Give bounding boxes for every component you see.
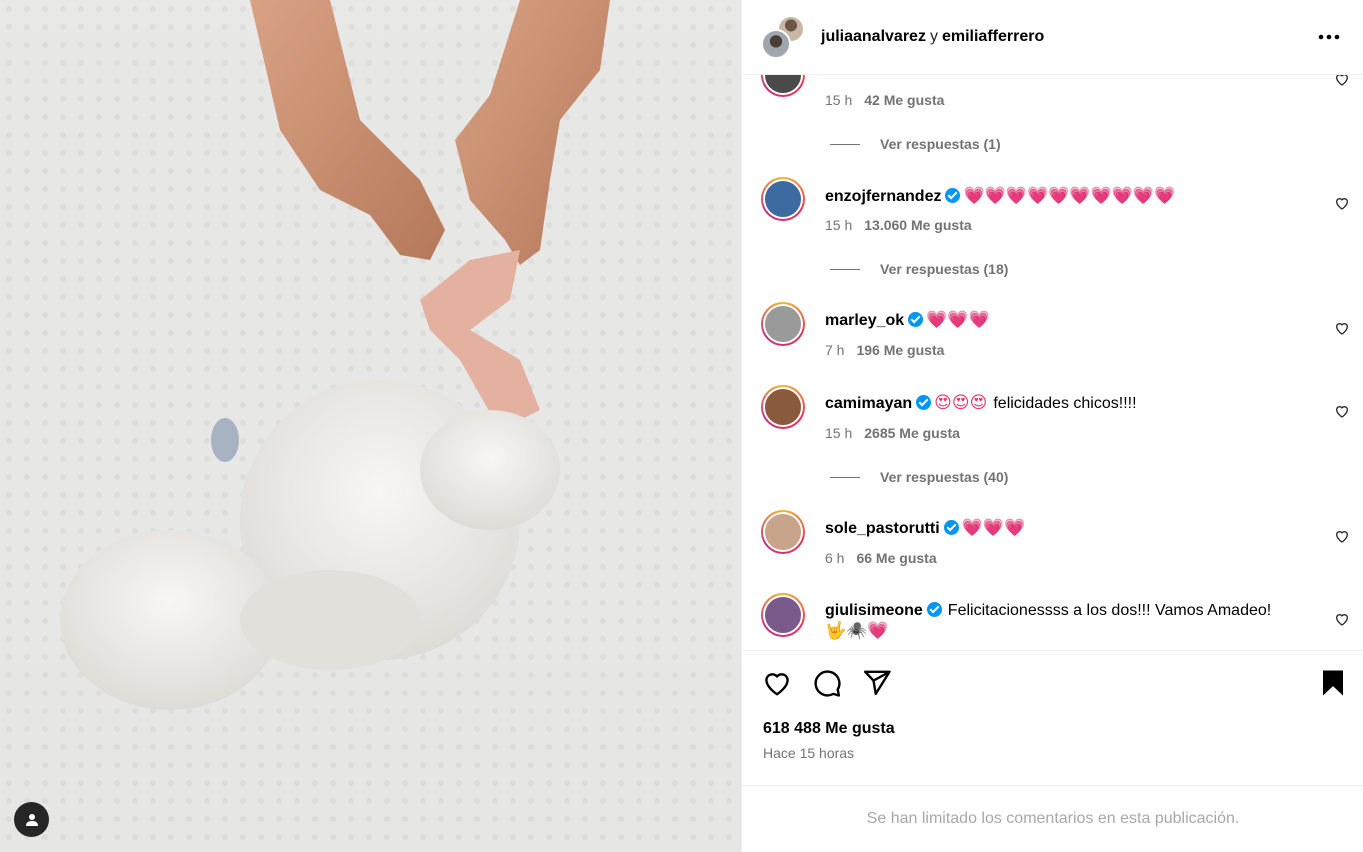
comment-time[interactable]: 7 h <box>825 342 844 358</box>
verified-badge-icon <box>943 520 959 535</box>
verified-badge-icon <box>926 602 942 617</box>
more-options-button[interactable] <box>1316 24 1342 50</box>
comment-meta: 6 h 66 Me gusta <box>825 550 937 566</box>
comment-bubble-icon[interactable] <box>812 668 842 698</box>
user-tag-icon <box>25 813 38 826</box>
heart-outline-icon[interactable] <box>1334 195 1350 211</box>
comment-body: camimayan 😍😍😍 felicidades chicos!!!! <box>825 393 1137 414</box>
verified-badge-icon <box>945 188 961 203</box>
comment-time[interactable]: 15 h <box>825 92 852 108</box>
header-avatars[interactable] <box>761 15 805 59</box>
comment-time[interactable]: 15 h <box>825 425 852 441</box>
heart-outline-icon[interactable] <box>1334 320 1350 336</box>
avatar[interactable] <box>761 593 805 637</box>
comment-likes[interactable]: 42 Me gusta <box>864 92 944 108</box>
bookmark-filled-icon[interactable] <box>1318 668 1348 698</box>
comment-emojis: 💗💗💗💗💗💗💗💗💗💗 <box>963 186 1176 205</box>
comment-emojis: 💗💗💗 <box>961 518 1026 537</box>
photo-illustration <box>0 0 741 852</box>
comment-emojis: 🤟🕷️💗 <box>825 621 889 640</box>
comment-emojis: 😍😍😍 <box>934 393 988 412</box>
author-link[interactable]: juliaanalvarez <box>821 28 926 45</box>
comment-body: marley_ok 💗💗💗 <box>825 310 990 331</box>
view-replies-button[interactable]: Ver respuestas (40) <box>830 469 1008 485</box>
comment-meta: 7 h 196 Me gusta <box>825 342 944 358</box>
comment-likes[interactable]: 2685 Me gusta <box>864 425 960 441</box>
verified-badge-icon <box>908 312 924 327</box>
verified-badge-icon <box>916 395 932 410</box>
comment-author[interactable]: giulisimeone <box>825 602 923 619</box>
avatar[interactable] <box>761 75 805 97</box>
heart-outline-icon[interactable] <box>1334 611 1350 627</box>
comment-time[interactable]: 15 h <box>825 217 852 233</box>
post-likes-count[interactable]: 618 488 Me gusta <box>763 720 895 738</box>
paper-plane-icon[interactable] <box>862 668 892 698</box>
comment-emojis: 💗💗💗 <box>926 310 990 329</box>
post-header: juliaanalvarez y emiliafferrero <box>742 0 1363 75</box>
comments-limited-notice: Se han limitado los comentarios en esta … <box>742 785 1363 852</box>
post-photo <box>0 0 741 852</box>
post-actions: 618 488 Me gusta Hace 15 horas <box>742 650 1363 785</box>
tag-people-button[interactable] <box>14 802 49 837</box>
author-link[interactable]: emiliafferrero <box>942 28 1044 45</box>
view-replies-button[interactable]: Ver respuestas (1) <box>830 136 1001 152</box>
heart-outline-icon[interactable] <box>1334 403 1350 419</box>
comment-likes[interactable]: 66 Me gusta <box>856 550 936 566</box>
comment-meta: 15 h 42 Me gusta <box>825 92 944 108</box>
comment-author[interactable]: camimayan <box>825 395 912 412</box>
view-replies-label: Ver respuestas (18) <box>880 261 1009 277</box>
comment-text: felicidades chicos!!!! <box>993 395 1137 412</box>
avatar[interactable] <box>761 177 805 221</box>
avatar[interactable] <box>761 510 805 554</box>
post-authors: juliaanalvarez y emiliafferrero <box>821 28 1044 46</box>
comment-body: giulisimeone Felicitacionessss a los dos!… <box>825 601 1305 642</box>
comment-author[interactable]: sole_pastorutti <box>825 520 940 537</box>
comment-likes[interactable]: 13.060 Me gusta <box>864 217 971 233</box>
comment-time[interactable]: 6 h <box>825 550 844 566</box>
avatar[interactable] <box>761 385 805 429</box>
heart-outline-icon[interactable] <box>1334 75 1350 87</box>
comment-author[interactable]: enzojfernandez <box>825 188 941 205</box>
comment-body: sole_pastorutti 💗💗💗 <box>825 518 1025 539</box>
view-replies-label: Ver respuestas (1) <box>880 136 1001 152</box>
author-separator: y <box>929 28 938 45</box>
avatar[interactable] <box>761 302 805 346</box>
comment-text: Felicitacionessss a los dos!!! Vamos Ama… <box>947 602 1272 619</box>
avatar <box>761 29 791 59</box>
comment-meta: 15 h 2685 Me gusta <box>825 425 960 441</box>
heart-outline-icon[interactable] <box>1334 528 1350 544</box>
instagram-post: juliaanalvarez y emiliafferrero 15 h 42 Me … <box>0 0 1363 852</box>
comment-author[interactable]: marley_ok <box>825 312 904 329</box>
comments-list[interactable]: 15 h 42 Me gusta Ver respuestas (1) enzoj… <box>742 75 1363 650</box>
comment-likes[interactable]: 196 Me gusta <box>856 342 944 358</box>
view-replies-button[interactable]: Ver respuestas (18) <box>830 261 1008 277</box>
comment-body: enzojfernandez 💗💗💗💗💗💗💗💗💗💗 <box>825 186 1175 207</box>
view-replies-label: Ver respuestas (40) <box>880 469 1009 485</box>
post-side-panel: juliaanalvarez y emiliafferrero 15 h 42 Me … <box>741 0 1363 852</box>
post-time[interactable]: Hace 15 horas <box>763 745 854 761</box>
comment-meta: 15 h 13.060 Me gusta <box>825 217 972 233</box>
heart-outline-icon[interactable] <box>762 668 792 698</box>
more-horizontal-icon <box>1318 34 1340 40</box>
